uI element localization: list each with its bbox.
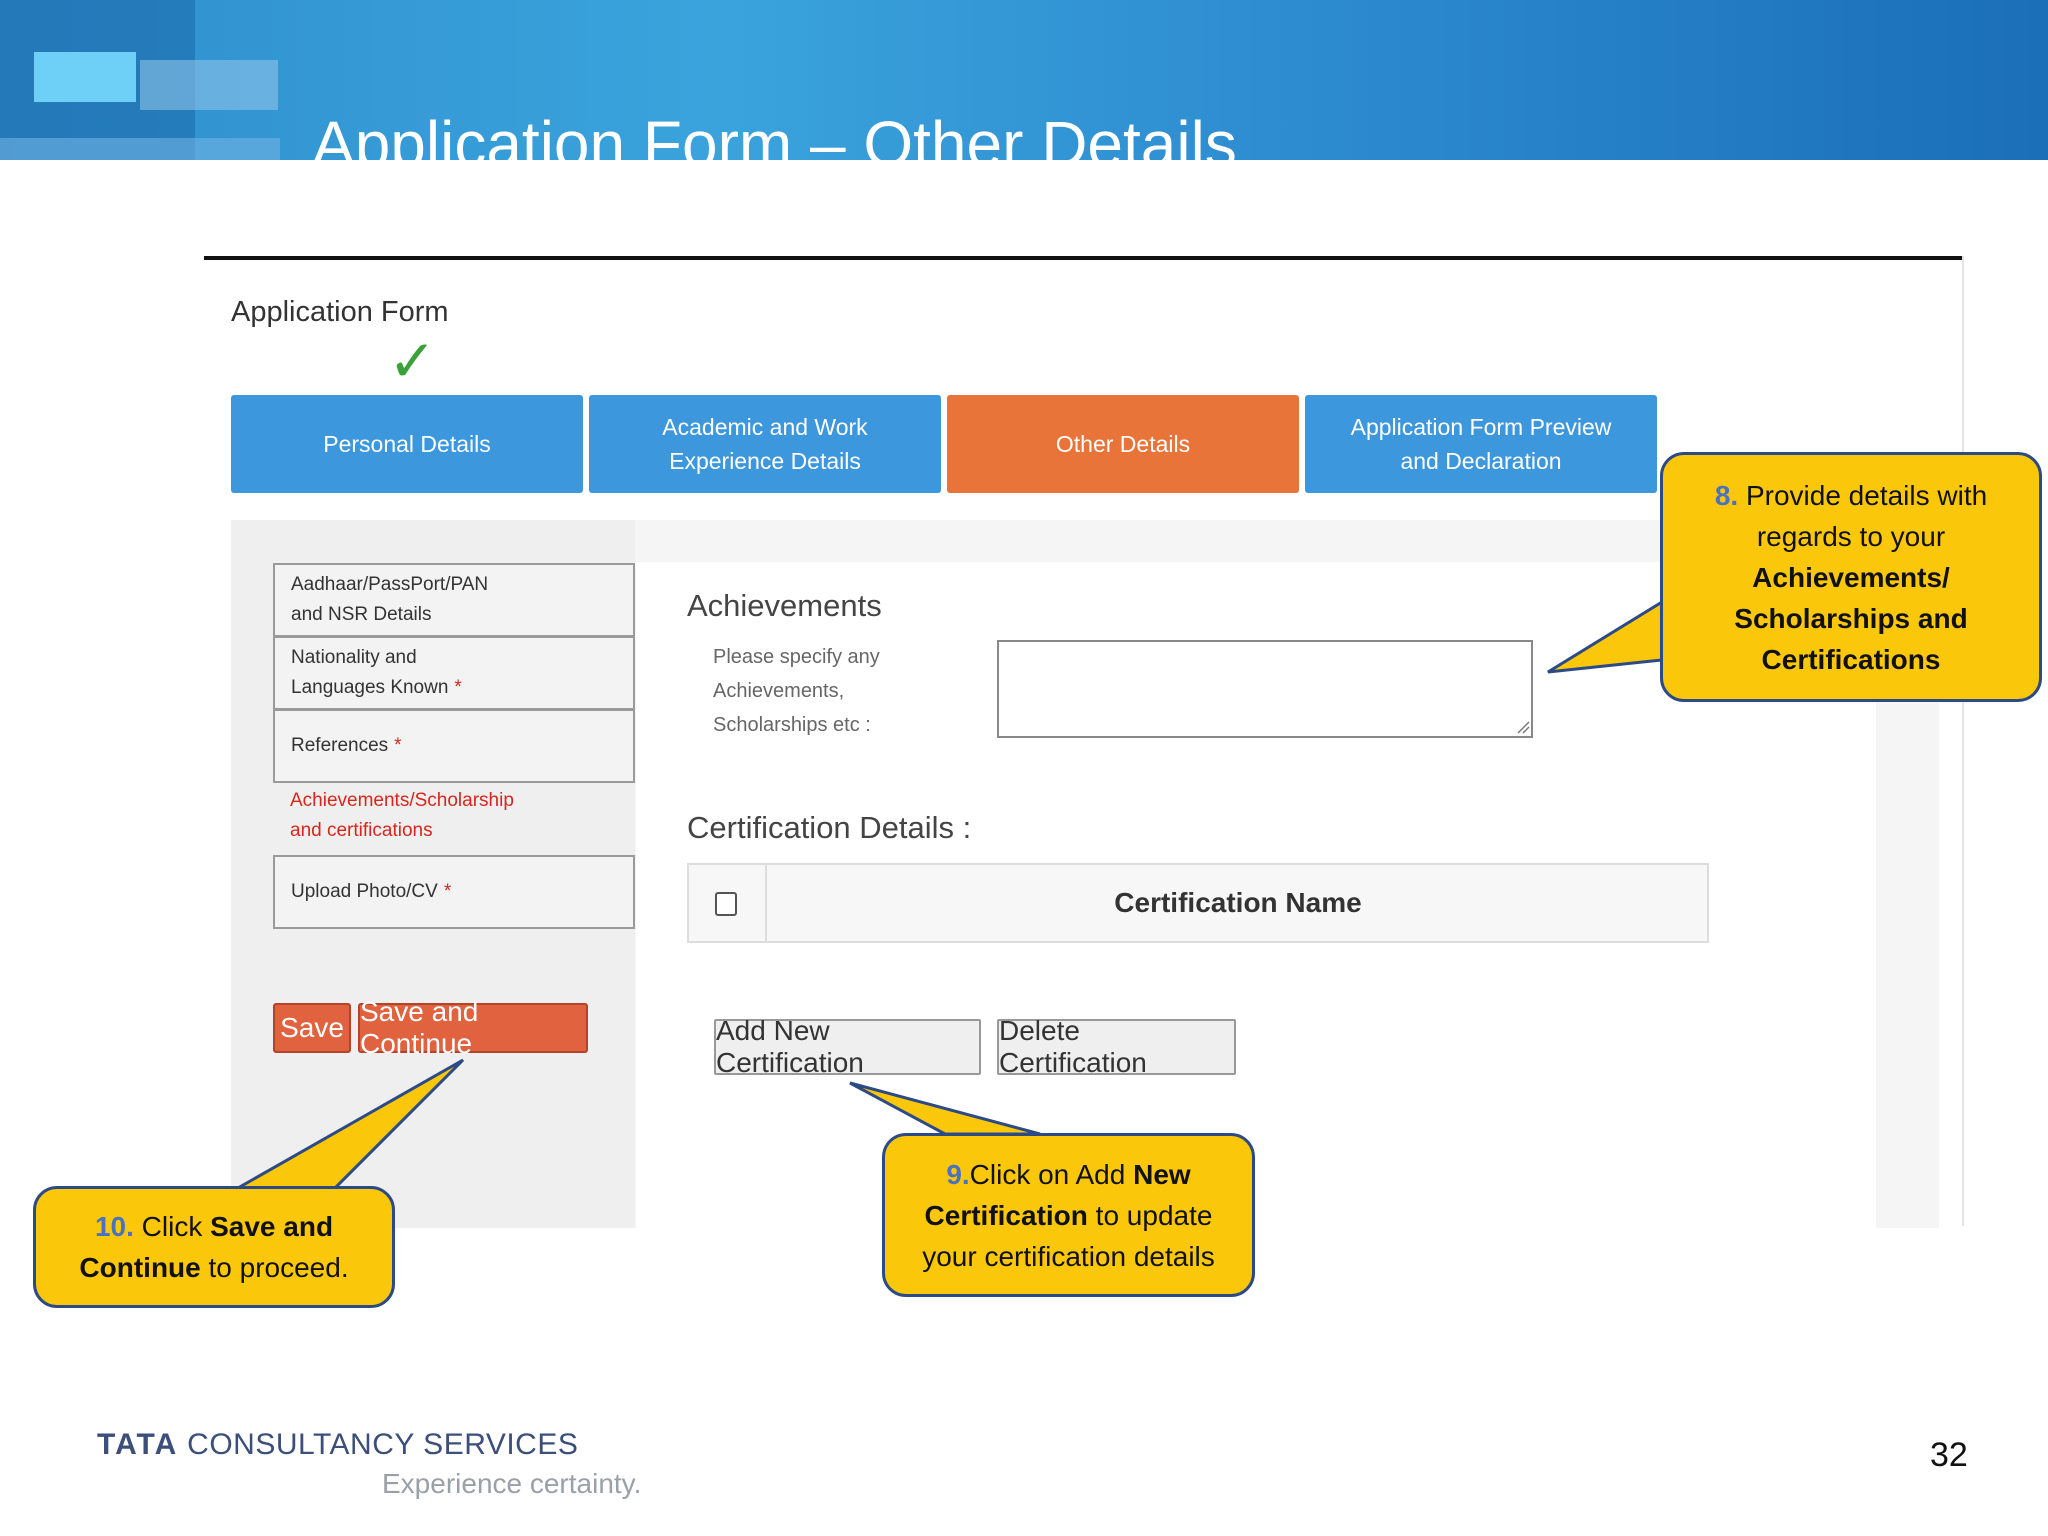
resize-grip-icon[interactable] <box>1516 720 1530 734</box>
achievements-textarea[interactable] <box>997 640 1533 738</box>
sidebar-item-label: Aadhaar/PassPort/PAN <box>291 574 489 595</box>
required-marker: * <box>394 735 402 756</box>
tab-academic-work-experience[interactable]: Academic and Work Experience Details <box>589 395 941 493</box>
callout-9: 9.Click on Add New Certification to upda… <box>882 1133 1255 1297</box>
callout-text: regards to your <box>1756 520 1946 552</box>
certification-details-title: Certification Details : <box>687 810 972 845</box>
logo-strong-text: TATA <box>97 1428 179 1461</box>
tab-preview-declaration[interactable]: Application Form Preview and Declaration <box>1305 395 1657 493</box>
tab-label: Experience Details <box>669 448 861 474</box>
sidebar-item-label: Languages Known <box>291 677 449 698</box>
form-heading: Application Form <box>231 296 449 328</box>
sidebar-item-label: Achievements/Scholarship <box>290 790 514 811</box>
callout-text: your certification details <box>922 1240 1215 1272</box>
help-line: Please specify any <box>713 646 880 668</box>
callout-text: New <box>1133 1158 1191 1190</box>
tab-label: Academic and Work <box>662 414 868 440</box>
divider <box>204 256 1962 260</box>
callout-text: to update <box>1087 1199 1213 1231</box>
tab-label: and Declaration <box>1400 448 1562 474</box>
callout-text: Click on Add <box>969 1158 1134 1190</box>
sidebar-item-achievements-active[interactable]: Achievements/Scholarship and certificati… <box>290 786 630 846</box>
sidebar-item-label: Nationality and <box>291 647 417 668</box>
help-line: Achievements, <box>713 680 845 702</box>
add-new-certification-button[interactable]: Add New Certification <box>714 1015 981 1078</box>
save-and-continue-button[interactable]: Save and Continue <box>358 996 588 1059</box>
company-tagline: Experience certainty. <box>382 1468 642 1499</box>
company-logo: TATA CONSULTANCY SERVICES <box>97 1428 578 1462</box>
tab-label: Personal Details <box>323 431 491 457</box>
divider <box>1962 256 1964 1226</box>
callout-text: Scholarships and <box>1734 602 1968 634</box>
decor-square <box>140 60 278 110</box>
checkmark-icon: ✓ <box>388 329 437 394</box>
callout-number: 10. <box>94 1211 134 1242</box>
callout-text: Achievements/ <box>1752 561 1950 593</box>
logo-text: CONSULTANCY SERVICES <box>178 1428 579 1461</box>
sidebar-item-upload-photo-cv[interactable]: Upload Photo/CV * <box>273 855 635 929</box>
callout-8: 8. Provide details with regards to your … <box>1660 452 2042 702</box>
callout-text: Save and <box>210 1211 334 1242</box>
sidebar-item-label: Upload Photo/CV <box>291 881 438 902</box>
slide-title: Application Form – Other Details <box>312 108 1237 160</box>
sidebar-item-label: and NSR Details <box>291 604 432 625</box>
sidebar-item-nationality-languages[interactable]: Nationality and Languages Known * <box>273 636 635 710</box>
tab-label: Application Form Preview <box>1350 414 1612 440</box>
achievements-help-text: Please specify any Achievements, Scholar… <box>713 640 933 742</box>
callout-text: to proceed. <box>200 1252 349 1283</box>
callout-text: Certifications <box>1761 643 1941 675</box>
required-marker: * <box>443 881 452 902</box>
sidebar-item-label: References <box>291 735 389 756</box>
callout-number: 8. <box>1714 479 1739 511</box>
tab-personal-details[interactable]: Personal Details <box>231 395 583 493</box>
callout-number: 9. <box>946 1158 970 1190</box>
select-all-checkbox[interactable] <box>715 892 737 916</box>
callout-text: Certification <box>924 1199 1088 1231</box>
callout-text: Provide details with <box>1745 479 1988 511</box>
tab-other-details[interactable]: Other Details <box>947 395 1299 493</box>
help-line: Scholarships etc : <box>713 714 871 736</box>
sidebar-item-label: and certifications <box>290 820 433 841</box>
sidebar-item-aadhaar-nsr[interactable]: Aadhaar/PassPort/PAN and NSR Details <box>273 563 635 637</box>
achievements-title: Achievements <box>687 588 882 623</box>
save-button[interactable]: Save <box>273 1003 351 1053</box>
callout-text: Continue <box>79 1252 201 1283</box>
callout-10: 10. Click Save and Continue to proceed. <box>33 1186 395 1308</box>
callout-text: Click <box>133 1211 211 1242</box>
decor-square <box>0 138 280 160</box>
delete-certification-button[interactable]: Delete Certification <box>997 1015 1236 1078</box>
required-marker: * <box>454 677 462 698</box>
tab-label: Other Details <box>1055 431 1191 457</box>
slide-header-banner: Application Form – Other Details <box>0 0 2048 160</box>
decor-square <box>34 52 136 102</box>
column-header-certification-name: Certification Name <box>1114 887 1362 918</box>
sidebar-item-references[interactable]: References * <box>273 709 635 783</box>
page-number: 32 <box>1930 1436 1968 1474</box>
